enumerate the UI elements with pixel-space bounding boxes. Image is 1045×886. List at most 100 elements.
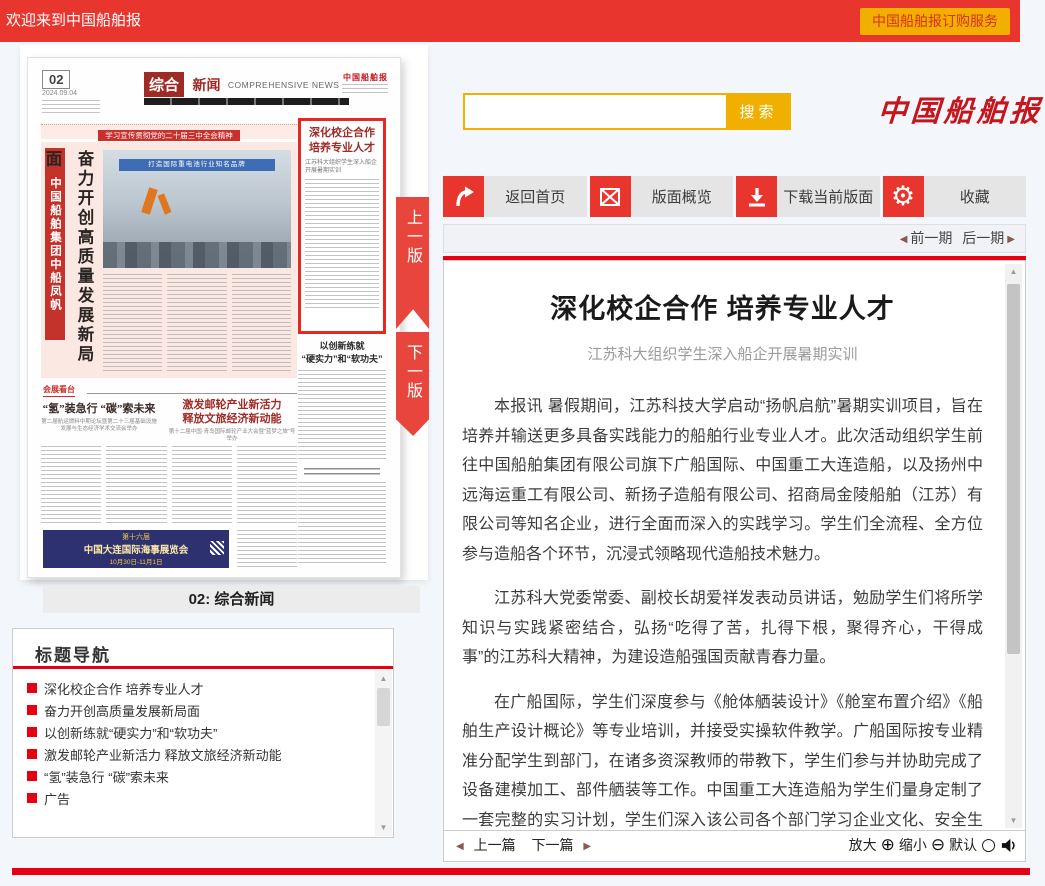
photo-banner-text: 打造国际重电池行业知名品牌 [119, 159, 275, 171]
title-navigation-box: 标题导航 深化校企合作 培养专业人才 奋力开创高质量发展新局面 以创新练就“硬实… [12, 628, 394, 838]
nav-scrollbar[interactable]: ▲ ▼ [375, 670, 392, 836]
red-square-bullet [27, 793, 37, 803]
article-paragraph: 江苏科大党委常委、副校长胡爱祥发表动员讲话，勉励学生们将所学知识与实践紧密结合，… [462, 584, 983, 673]
text-lines [106, 446, 166, 524]
paper-headline-vertical: 奋力开创高质量发展新局面 [68, 150, 100, 372]
download-page-button[interactable]: 下载当前版面 [736, 176, 880, 217]
paper-body-columns [41, 446, 297, 524]
text-lines [172, 446, 232, 524]
subscribe-button[interactable]: 中国船舶报订购服务 [860, 8, 1010, 35]
paper-theme-banner: 学习宣传贯彻党的二十届三中全会精神 [41, 124, 297, 139]
previous-issue-link[interactable]: 前一期 [910, 230, 952, 246]
paper-article2-title[interactable]: 以创新练就 “硬实力”和“软功夫” [298, 340, 386, 366]
section-box: 综合 [144, 72, 184, 97]
page-caption: 02: 综合新闻 [43, 586, 420, 613]
scrollbar-thumb[interactable] [377, 688, 390, 726]
section-divider-bar [144, 98, 349, 105]
red-square-bullet [27, 705, 37, 715]
page-overview-button[interactable]: 版面概览 [590, 176, 734, 217]
text-lines [304, 468, 380, 476]
divider [87, 393, 297, 394]
scroll-down-icon[interactable]: ▼ [375, 823, 392, 832]
text-lines [103, 274, 162, 372]
zoom-default-label[interactable]: 默认 [949, 831, 977, 860]
machinery-shape [103, 242, 291, 268]
article-paragraph: 在广船国际，学生们深度参与《舱体舾装设计》《舱室布置介绍》《船舶生产设计概论》等… [462, 688, 983, 831]
robot-arm-shape [141, 187, 158, 215]
search-input[interactable] [463, 93, 738, 130]
highlighted-article-box[interactable]: 深化校企合作 培养专业人才 江苏科大组织学生深入船企开展暑期实训 [298, 118, 386, 334]
article-body: 本报讯 暑假期间，江苏科技大学启动“扬帆启航”暑期实训项目，旨在培养并输送更多具… [462, 392, 983, 830]
article-content: 深化校企合作 培养专业人才 江苏科大组织学生深入船企开展暑期实训 本报讯 暑假期… [462, 261, 983, 830]
favorite-button[interactable]: ⚙ 收藏 [883, 176, 1027, 217]
red-square-bullet [27, 727, 37, 737]
paper-body-columns [103, 274, 291, 372]
article-scrollbar[interactable]: ▲ ▼ [1005, 264, 1022, 828]
text-lines [237, 446, 297, 524]
next-triangle-icon: ▶ [583, 841, 591, 852]
zoom-in-label[interactable]: 放大 [849, 831, 877, 860]
previous-article-link[interactable]: 上一篇 [474, 837, 516, 853]
zoom-default-icon[interactable]: ○ [981, 831, 996, 860]
prev-triangle-icon: ◀ [900, 234, 908, 245]
newspaper-panel: 02 2024.09.04 综合 新闻 COMPREHENSIVE NEWS 中… [20, 45, 428, 580]
red-rule [13, 666, 393, 669]
zoom-in-icon[interactable]: ⊕ [881, 831, 895, 860]
scroll-down-icon[interactable]: ▼ [1005, 816, 1022, 825]
speaker-icon[interactable] [1000, 837, 1017, 854]
prev-triangle-icon: ◀ [456, 841, 464, 852]
scroll-up-icon[interactable]: ▲ [375, 674, 392, 683]
zoom-out-icon[interactable]: ⊖ [931, 831, 945, 860]
gear-icon: ⚙ [883, 176, 924, 217]
red-square-bullet [27, 771, 37, 781]
nav-box-title: 标题导航 [35, 641, 111, 666]
layout-grid-icon [590, 176, 631, 217]
text-lines [167, 274, 226, 372]
download-icon [736, 176, 777, 217]
nav-item-5[interactable]: “氢”装急行 “碳”索未来 [27, 765, 363, 787]
newspaper-page-thumbnail[interactable]: 02 2024.09.04 综合 新闻 COMPREHENSIVE NEWS 中… [27, 57, 401, 578]
home-button[interactable]: 返回首页 [443, 176, 587, 217]
zoom-out-label[interactable]: 缩小 [899, 831, 927, 860]
nav-item-1[interactable]: 深化校企合作 培养专业人才 [27, 677, 363, 699]
paper-photo: 打造国际重电池行业知名品牌 [103, 150, 291, 268]
expo-article-1[interactable]: “氢”装急行 “碳”索未来 第二届航运燃料中期论坛暨第二十三届基础设施发展与生态… [41, 400, 157, 433]
text-lines [305, 179, 379, 309]
paper-expo-section: 会展看台 “氢”装急行 “碳”索未来 第二届航运燃料中期论坛暨第二十三届基础设施… [41, 384, 297, 568]
previous-page-tab[interactable]: 上一版 [396, 197, 429, 329]
article-title: 深化校企合作 培养专业人才 [462, 287, 983, 326]
issue-navigation-bar: ◀前一期 后一期▶ [443, 224, 1026, 253]
nav-item-2[interactable]: 奋力开创高质量发展新局面 [27, 699, 363, 721]
nav-item-3[interactable]: 以创新练就“硬实力”和“软功夫” [27, 721, 363, 743]
red-square-bullet [27, 683, 37, 693]
text-lines [237, 530, 297, 568]
paper-main-article: 中国船舶集团中船凤帆 奋力开创高质量发展新局面 打造国际重电池行业知名品牌 [41, 142, 297, 378]
next-page-tab[interactable]: 下一版 [396, 332, 429, 436]
qr-code [210, 541, 224, 555]
expo-article-2[interactable]: 激发邮轮产业新活力 释放文旅经济新动能 第十二届中国·青岛国际邮轮产业大会暨“蓝… [167, 398, 297, 443]
next-triangle-icon: ▶ [1007, 234, 1015, 245]
expo-label: 会展看台 [43, 384, 75, 397]
robot-arm-shape [158, 193, 172, 214]
nav-item-6[interactable]: 广告 [27, 787, 363, 809]
text-lines [298, 370, 386, 462]
article-paragraph: 本报讯 暑假期间，江苏科技大学启动“扬帆启航”暑期实训项目，旨在培养并输送更多具… [462, 392, 983, 569]
bottom-red-bar [12, 868, 1030, 875]
red-square-bullet [27, 749, 37, 759]
highlight-subtitle: 江苏科大组织学生深入船企开展暑期实训 [305, 159, 379, 175]
next-article-link[interactable]: 下一篇 [531, 837, 573, 853]
scrollbar-thumb[interactable] [1007, 284, 1020, 654]
top-bar: 欢迎来到中国船舶报 中国船舶报订购服务 [0, 0, 1020, 42]
text-lines [42, 100, 100, 116]
nav-item-4[interactable]: 激发邮轮产业新活力 释放文旅经济新动能 [27, 743, 363, 765]
search-button[interactable]: 搜索 [726, 93, 791, 130]
expo-ad-box[interactable]: 第十六届 中国大连国际海事展览会 10月30日-11月1日 [43, 530, 229, 568]
paper-page-number: 02 [42, 70, 70, 89]
text-lines [342, 84, 388, 94]
next-issue-link[interactable]: 后一期 [962, 230, 1004, 246]
article-subtitle: 江苏科大组织学生深入船企开展暑期实训 [462, 343, 983, 364]
paper-section-title: 综合 新闻 COMPREHENSIVE NEWS [144, 72, 339, 97]
scroll-up-icon[interactable]: ▲ [1005, 267, 1022, 276]
text-lines [298, 482, 386, 566]
paper-date: 2024.09.04 [42, 90, 77, 97]
